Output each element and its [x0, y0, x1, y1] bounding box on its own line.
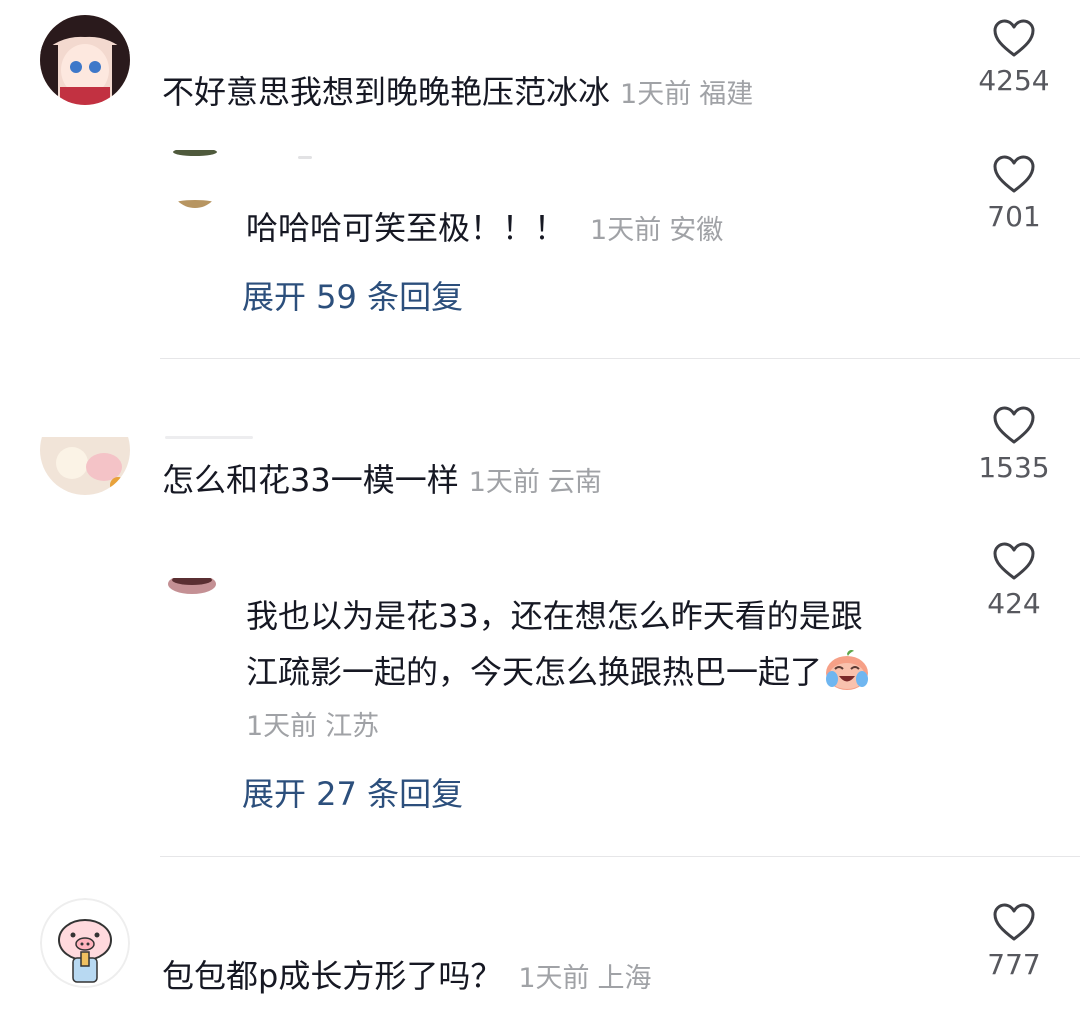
- comment-meta: 1天前 上海: [518, 963, 651, 994]
- avatar[interactable]: [166, 578, 218, 596]
- reply-meta: 1天前 江苏: [246, 707, 379, 747]
- heart-outline-icon[interactable]: [992, 405, 1036, 445]
- comment-location: 云南: [547, 467, 602, 498]
- divider: [160, 358, 1080, 359]
- reply-body: 哈哈哈可笑至极！！！: [246, 209, 567, 247]
- like-count: 701: [987, 200, 1041, 233]
- like-count: 4254: [978, 64, 1050, 97]
- like-button[interactable]: 1535: [959, 405, 1069, 485]
- heart-outline-icon[interactable]: [992, 18, 1036, 58]
- like-count: 1535: [978, 451, 1050, 484]
- avatar[interactable]: [40, 898, 130, 988]
- like-button[interactable]: 4254: [959, 18, 1069, 98]
- heart-outline-icon[interactable]: [992, 902, 1036, 942]
- comment-meta: 1天前 云南: [469, 467, 602, 498]
- reply-text: 我也以为是花33，还在想怎么昨天看的是跟 江疏影一起的，今天怎么换跟热巴一起了: [246, 588, 870, 708]
- comment-text: 不好意思我想到晚晚艳压范冰冰 1天前 福建: [162, 66, 753, 121]
- like-button[interactable]: 777: [959, 902, 1069, 982]
- heart-outline-icon[interactable]: [992, 154, 1036, 194]
- like-button[interactable]: 701: [959, 154, 1069, 234]
- username-placeholder: [298, 156, 312, 159]
- comment-time: 1天前: [518, 963, 590, 994]
- comment-time: 1天前: [468, 467, 540, 498]
- comment-location: 上海: [597, 963, 652, 994]
- avatar[interactable]: [170, 150, 220, 208]
- crying-laughing-peach-emoji: [824, 649, 870, 708]
- reply-body-line: 我也以为是花33，还在想怎么昨天看的是跟: [246, 597, 863, 635]
- heart-outline-icon[interactable]: [992, 541, 1036, 581]
- reply-meta: 1天前 安徽: [590, 215, 723, 246]
- reply-text: 哈哈哈可笑至极！！！ 1天前 安徽: [246, 202, 723, 257]
- reply-location: 江苏: [325, 711, 380, 742]
- reply-body-line: 江疏影一起的，今天怎么换跟热巴一起了: [246, 653, 823, 691]
- comment-location: 福建: [699, 79, 754, 110]
- reply-time: 1天前: [246, 711, 318, 742]
- comment-body: 怎么和花33一模一样: [162, 461, 459, 499]
- avatar[interactable]: [40, 15, 130, 105]
- reply-time: 1天前: [590, 215, 662, 246]
- comment-time: 1天前: [620, 79, 692, 110]
- like-count: 424: [987, 587, 1041, 620]
- username-placeholder: [165, 436, 253, 439]
- comment-text: 包包都p成长方形了吗？ 1天前 上海: [162, 950, 652, 1005]
- like-count: 777: [987, 948, 1041, 981]
- comment-text: 怎么和花33一模一样 1天前 云南: [162, 454, 602, 509]
- comment-meta: 1天前 福建: [620, 79, 753, 110]
- comment-body: 包包都p成长方形了吗？: [162, 957, 503, 995]
- like-button[interactable]: 424: [959, 541, 1069, 621]
- comment-body: 不好意思我想到晚晚艳压范冰冰: [162, 73, 611, 111]
- divider: [160, 856, 1080, 857]
- reply-body-line2-wrap: 江疏影一起的，今天怎么换跟热巴一起了: [246, 644, 870, 708]
- avatar[interactable]: [40, 405, 130, 495]
- reply-location: 安徽: [669, 215, 724, 246]
- expand-replies-link[interactable]: 展开 59 条回复: [242, 275, 463, 319]
- expand-replies-link[interactable]: 展开 27 条回复: [242, 772, 463, 816]
